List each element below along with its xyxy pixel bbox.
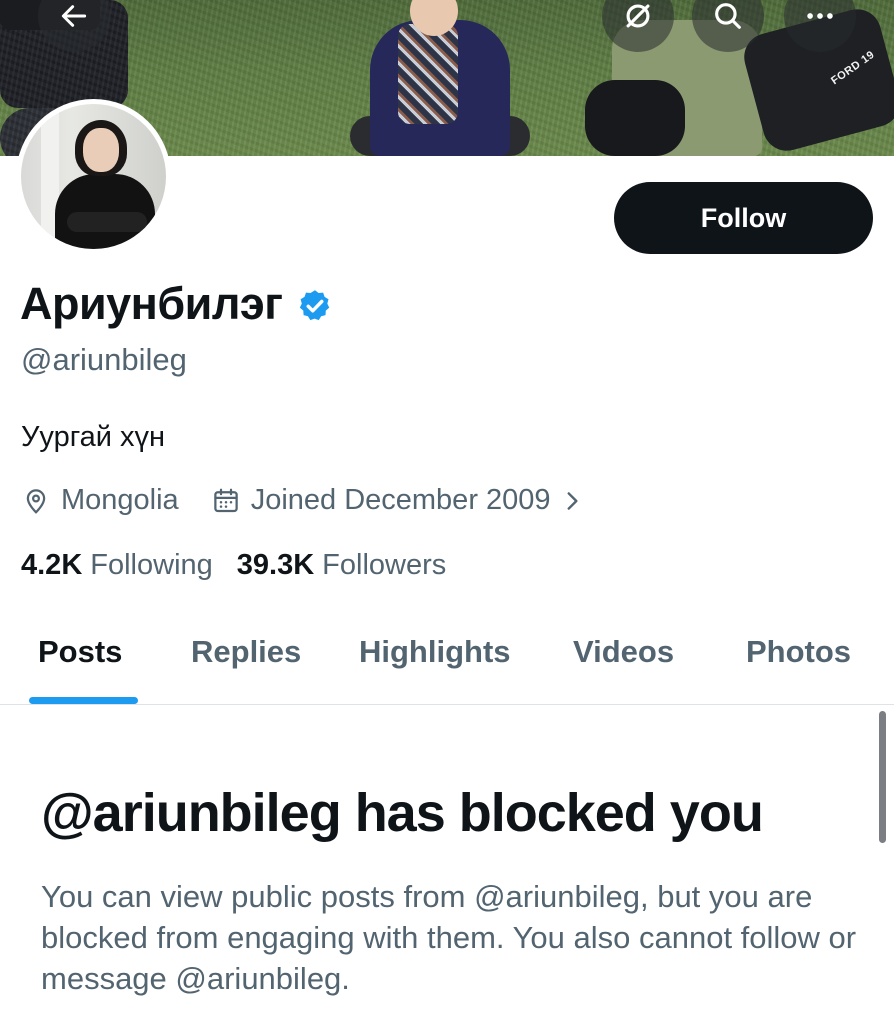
- location-item: Mongolia: [21, 484, 179, 517]
- tab-replies[interactable]: Replies: [191, 634, 301, 670]
- followers-count: 39.3K: [236, 549, 315, 581]
- eye-slash-icon: [626, 4, 650, 28]
- follow-button[interactable]: Follow: [614, 182, 873, 254]
- avatar[interactable]: [16, 99, 171, 254]
- following-count: 4.2K: [21, 549, 83, 581]
- blocked-message: You can view public posts from @ariunbil…: [41, 879, 857, 996]
- tab-posts[interactable]: Posts: [38, 634, 122, 670]
- tabs-divider: [0, 704, 894, 705]
- location-pin-icon: [26, 488, 46, 514]
- active-tab-indicator: [29, 697, 138, 704]
- scrollbar[interactable]: [879, 711, 886, 843]
- banner-figure: [585, 80, 685, 156]
- search-icon: [715, 3, 741, 29]
- more-horizontal-icon: [807, 13, 833, 19]
- following-label: Following: [90, 549, 213, 581]
- chevron-right-icon: [567, 491, 578, 510]
- profile-name-row: Ариунбилэг: [20, 278, 333, 330]
- following-link[interactable]: 4.2K Following: [21, 549, 213, 582]
- followers-label: Followers: [322, 549, 447, 581]
- avatar-detail: [67, 212, 147, 232]
- follow-stats: 4.2K Following 39.3K Followers: [21, 549, 446, 582]
- location-text: Mongolia: [61, 484, 179, 516]
- joined-item[interactable]: Joined December 2009: [211, 484, 595, 517]
- followers-link[interactable]: 39.3K Followers: [237, 549, 446, 582]
- profile-bio: Уургай хүн: [21, 421, 166, 453]
- calendar-icon: [213, 488, 238, 512]
- tab-videos[interactable]: Videos: [573, 634, 674, 670]
- arrow-left-icon: [61, 5, 87, 27]
- display-name: Ариунбилэг: [20, 278, 283, 329]
- avatar-image: [21, 104, 166, 249]
- avatar-detail: [83, 128, 119, 172]
- tab-photos[interactable]: Photos: [746, 634, 851, 670]
- joined-text: Joined December 2009: [250, 484, 551, 516]
- blocked-title: @ariunbileg has blocked you: [41, 783, 764, 843]
- tab-highlights[interactable]: Highlights: [359, 634, 511, 670]
- banner-figure: [398, 24, 458, 124]
- profile-meta: Mongolia Joined December 2009: [21, 484, 595, 517]
- profile-handle: @ariunbileg: [21, 342, 187, 377]
- profile-tabs: Posts Replies Highlights Videos Photos: [0, 610, 894, 704]
- verified-badge-icon[interactable]: [297, 288, 333, 324]
